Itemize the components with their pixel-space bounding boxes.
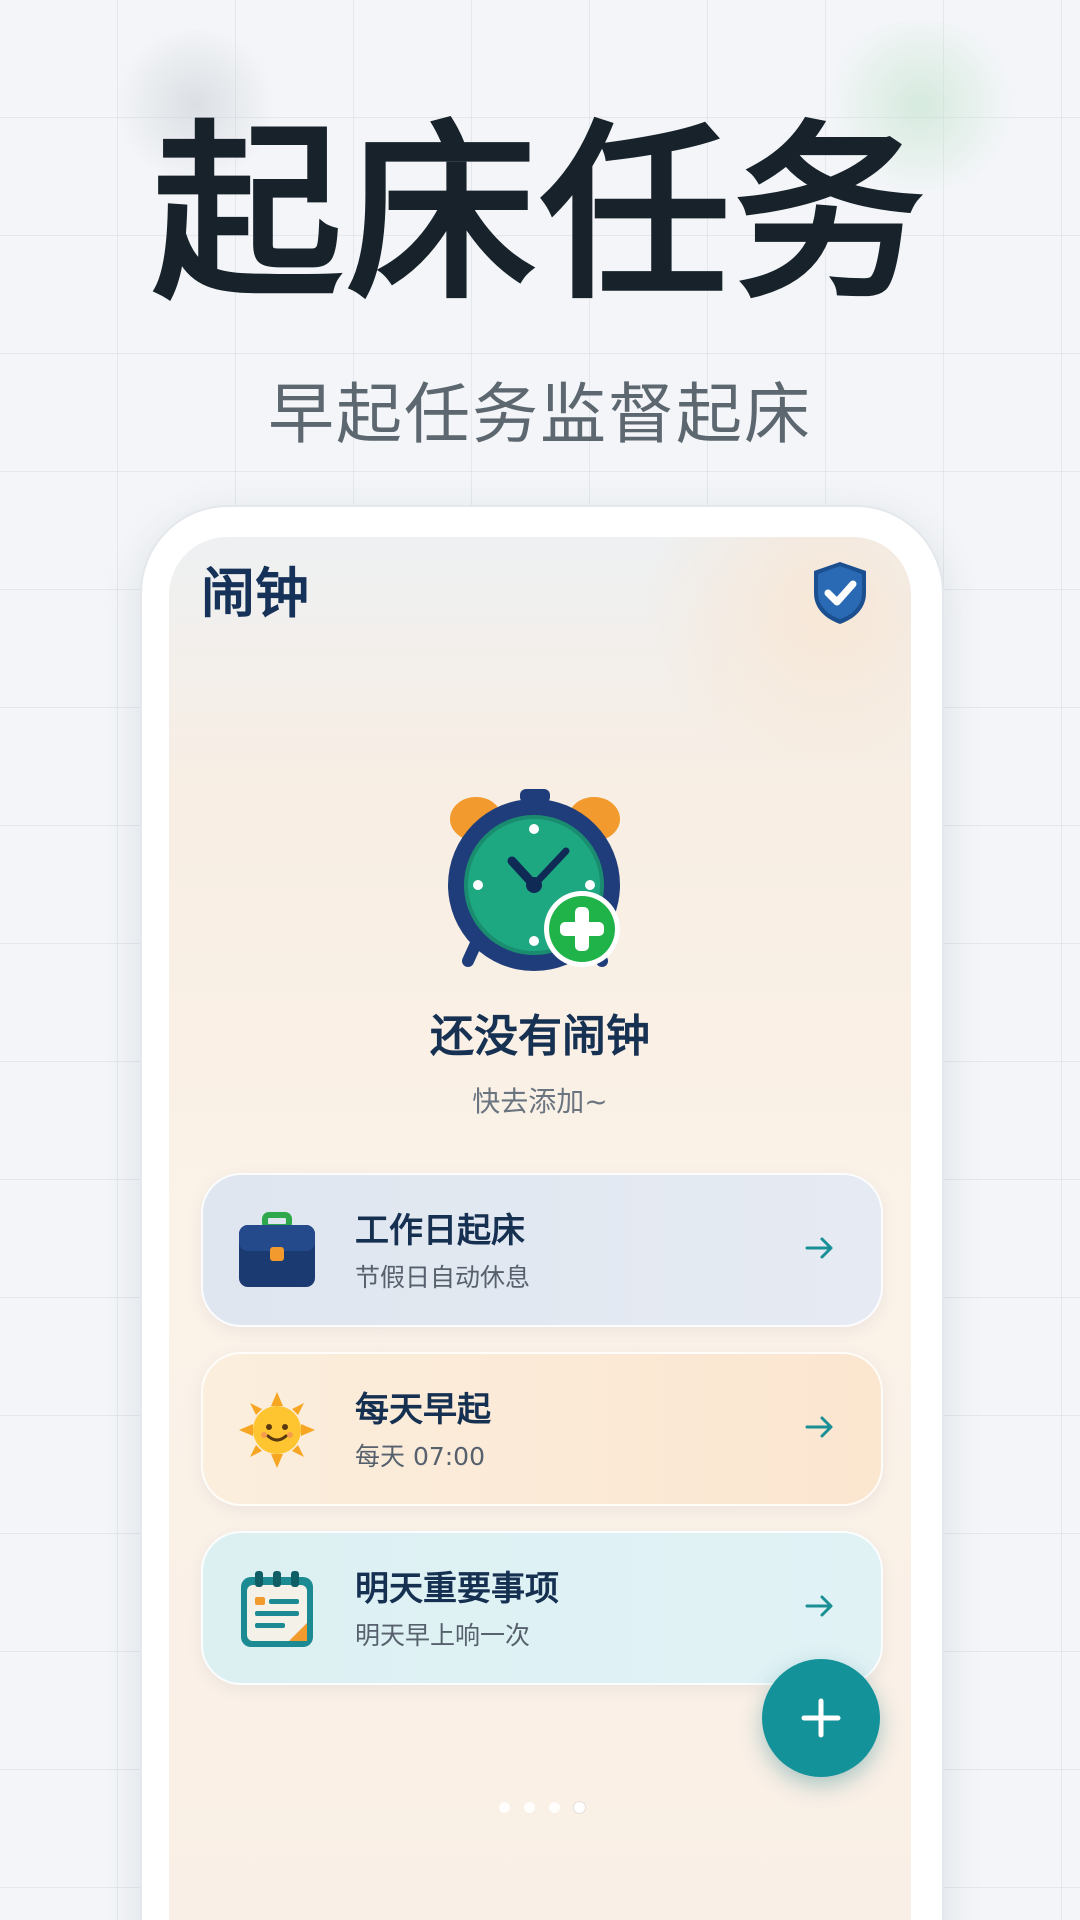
promo-headline: 起床任务 (151, 104, 928, 325)
app-screen: 闹钟 还没有闹钟 快去添加~ 工作日起床 节假日自动休息 每天早起 每天 07:… (169, 537, 911, 1920)
arrow-right-icon (803, 1589, 837, 1623)
preset-card-workday[interactable]: 工作日起床 节假日自动休息 (201, 1173, 883, 1327)
card-subtitle: 明天早上响一次 (355, 1621, 531, 1650)
card-title: 每天早起 (355, 1390, 491, 1430)
app-title: 闹钟 (201, 562, 309, 625)
shield-check-icon[interactable] (809, 559, 871, 627)
sun-icon (237, 1390, 317, 1470)
card-subtitle: 节假日自动休息 (355, 1263, 531, 1292)
add-alarm-button[interactable] (762, 1659, 880, 1777)
promo-subheadline: 早起任务监督起床 (268, 376, 812, 453)
briefcase-icon (237, 1211, 317, 1291)
preset-card-daily[interactable]: 每天早起 每天 07:00 (201, 1352, 883, 1506)
card-subtitle: 每天 07:00 (355, 1442, 485, 1471)
empty-state-title: 还没有闹钟 (430, 1011, 650, 1062)
arrow-right-icon (803, 1410, 837, 1444)
notepad-icon (237, 1569, 317, 1649)
card-title: 明天重要事项 (355, 1569, 559, 1609)
page-dot (499, 1802, 510, 1813)
empty-state-subtitle: 快去添加~ (472, 1085, 608, 1118)
page-dot (524, 1802, 535, 1813)
page-dot (549, 1802, 560, 1813)
plus-icon (801, 1698, 841, 1738)
card-title: 工作日起床 (355, 1211, 525, 1251)
page-dot-active (574, 1802, 585, 1813)
arrow-right-icon (803, 1231, 837, 1265)
alarm-clock-add-icon (442, 779, 628, 975)
preset-card-important[interactable]: 明天重要事项 明天早上响一次 (201, 1531, 883, 1685)
page-indicator (499, 1802, 599, 1816)
